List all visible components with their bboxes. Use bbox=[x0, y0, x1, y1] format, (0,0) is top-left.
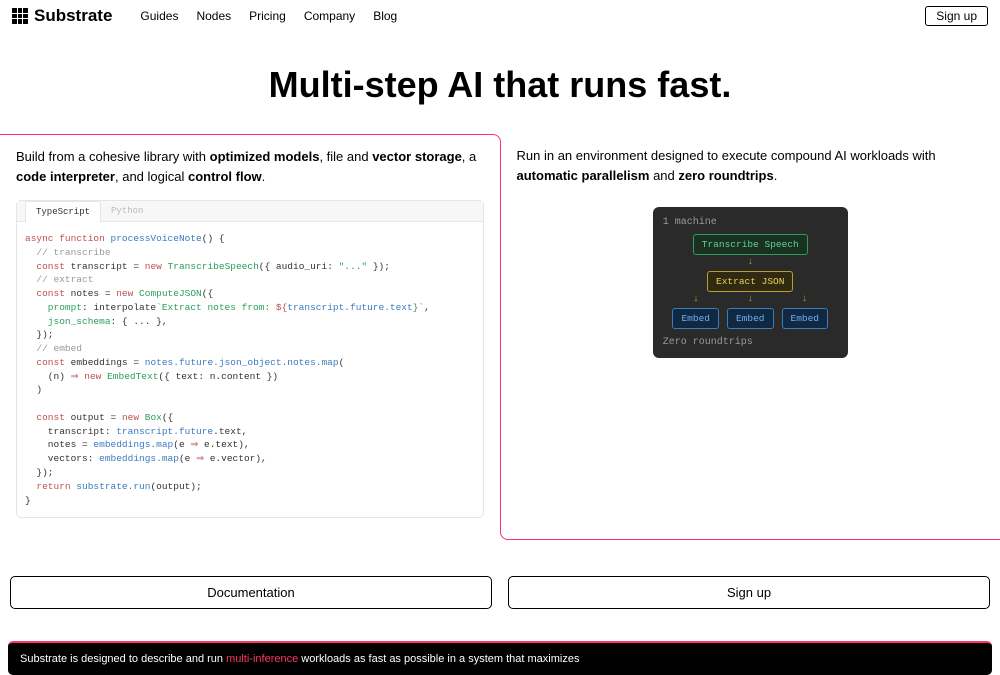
top-nav: Substrate Guides Nodes Pricing Company B… bbox=[0, 0, 1000, 32]
diagram-bottom-label: Zero roundtrips bbox=[663, 337, 838, 348]
arrow-down-icon: ↓ bbox=[802, 295, 808, 305]
node-embed: Embed bbox=[727, 308, 774, 329]
node-embed: Embed bbox=[672, 308, 719, 329]
panel-border bbox=[500, 530, 1000, 540]
nav-link-pricing[interactable]: Pricing bbox=[249, 9, 286, 23]
arrow-down-icon: ↓ bbox=[693, 295, 699, 305]
code-card: TypeScript Python async function process… bbox=[16, 200, 484, 518]
left-panel-text: Build from a cohesive library with optim… bbox=[16, 147, 484, 186]
code-body: async function processVoiceNote() { // t… bbox=[17, 222, 483, 517]
right-panel-text: Run in an environment designed to execut… bbox=[517, 146, 985, 185]
nav-links: Guides Nodes Pricing Company Blog bbox=[140, 9, 397, 23]
brand[interactable]: Substrate bbox=[12, 6, 112, 26]
diagram-top-label: 1 machine bbox=[663, 217, 838, 228]
tab-python[interactable]: Python bbox=[101, 201, 153, 221]
arrow-down-icon: ↓ bbox=[747, 295, 753, 305]
signup-button-top[interactable]: Sign up bbox=[925, 6, 988, 26]
panel-left: Build from a cohesive library with optim… bbox=[0, 134, 501, 530]
brand-label: Substrate bbox=[34, 6, 112, 26]
node-transcribe: Transcribe Speech bbox=[693, 234, 808, 255]
node-embed: Embed bbox=[782, 308, 829, 329]
node-extract: Extract JSON bbox=[707, 271, 793, 292]
logo-icon bbox=[12, 8, 28, 24]
nav-link-guides[interactable]: Guides bbox=[140, 9, 178, 23]
hero-title: Multi-step AI that runs fast. bbox=[0, 64, 1000, 106]
code-tabs: TypeScript Python bbox=[17, 201, 483, 222]
tab-typescript[interactable]: TypeScript bbox=[25, 201, 101, 222]
panel-right: Run in an environment designed to execut… bbox=[501, 134, 1000, 530]
footer-bar: Substrate is designed to describe and ru… bbox=[8, 641, 992, 675]
arrow-down-icon: ↓ bbox=[663, 258, 838, 268]
nav-link-nodes[interactable]: Nodes bbox=[196, 9, 231, 23]
nav-link-blog[interactable]: Blog bbox=[373, 9, 397, 23]
cta-row: Documentation Sign up bbox=[0, 568, 1000, 617]
diagram: 1 machine Transcribe Speech ↓ Extract JS… bbox=[653, 207, 848, 358]
nav-link-company[interactable]: Company bbox=[304, 9, 355, 23]
signup-button[interactable]: Sign up bbox=[508, 576, 990, 609]
documentation-button[interactable]: Documentation bbox=[10, 576, 492, 609]
